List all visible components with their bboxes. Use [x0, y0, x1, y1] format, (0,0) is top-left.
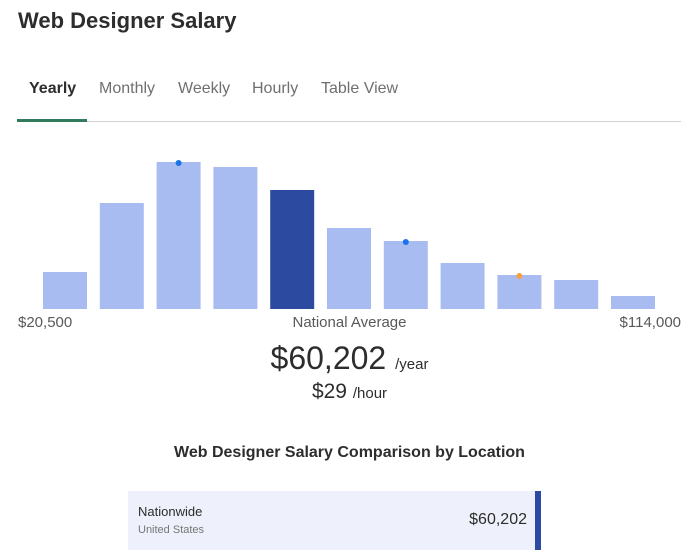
- histogram-bar: [156, 162, 201, 309]
- hourly-unit: /hour: [352, 385, 388, 402]
- histogram-bar: [99, 203, 144, 309]
- yearly-average: $60,202 /year: [0, 340, 699, 377]
- yearly-unit: /year: [395, 356, 429, 373]
- hourly-value: $29: [311, 380, 347, 403]
- histogram-bar: [383, 241, 428, 309]
- location-salary: $60,202: [469, 511, 527, 528]
- tab-yearly[interactable]: Yearly: [29, 80, 76, 98]
- histogram-bar: [497, 275, 542, 309]
- location-name: Nationwide: [138, 504, 203, 519]
- tab-table-view[interactable]: Table View: [321, 80, 398, 98]
- active-tab-indicator: [17, 119, 87, 122]
- location-card[interactable]: Nationwide United States $60,202: [128, 491, 541, 550]
- page-title: Web Designer Salary: [18, 8, 237, 33]
- salary-histogram: [43, 160, 655, 309]
- histogram-marker: [516, 273, 523, 279]
- histogram-bar: [327, 228, 371, 309]
- histogram-bar: [213, 167, 258, 309]
- tab-divider: [17, 121, 681, 122]
- histogram-bar: [611, 296, 655, 309]
- hourly-average: $29 /hour: [0, 380, 699, 404]
- histogram-bar: [554, 280, 599, 309]
- comparison-title: Web Designer Salary Comparison by Locati…: [174, 444, 525, 461]
- histogram-marker: [175, 160, 182, 166]
- histogram-bar: [440, 263, 485, 309]
- sublocation-name: United States: [138, 524, 205, 536]
- tab-monthly[interactable]: Monthly: [99, 80, 155, 98]
- histogram-bar: [43, 272, 87, 309]
- max-salary-label: $114,000: [619, 314, 681, 331]
- tab-hourly[interactable]: Hourly: [252, 80, 298, 98]
- yearly-value: $60,202: [270, 340, 387, 376]
- histogram-marker: [402, 239, 409, 245]
- histogram-bar-highlighted: [270, 190, 315, 309]
- tab-weekly[interactable]: Weekly: [178, 80, 230, 98]
- salary-bar: [535, 491, 541, 550]
- national-average-label: National Average: [292, 314, 407, 331]
